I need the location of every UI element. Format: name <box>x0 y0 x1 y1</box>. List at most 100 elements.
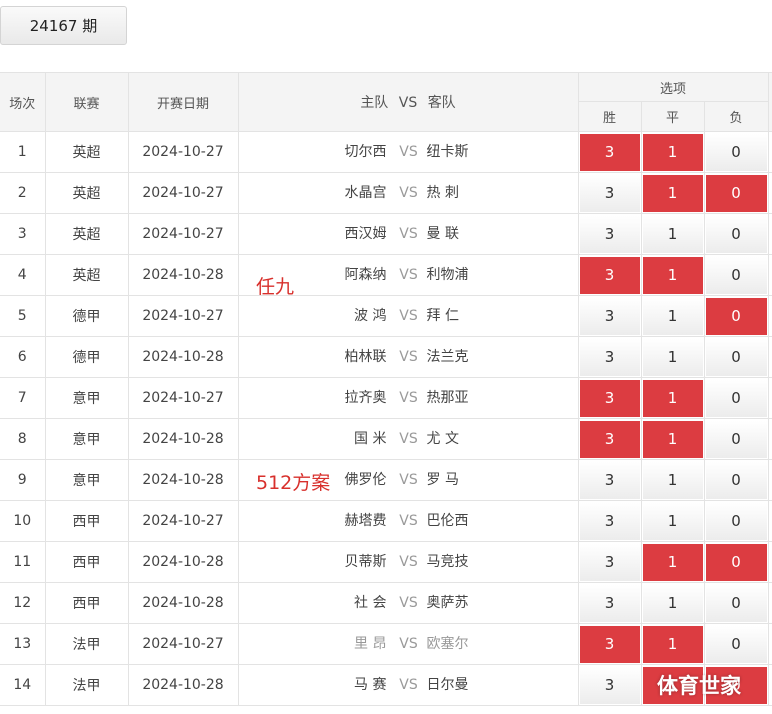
draw-option-cell: 1 <box>641 541 705 583</box>
lose-option-cell: 0 <box>704 500 769 542</box>
row-spacer <box>768 254 772 296</box>
row-spacer <box>768 418 772 460</box>
lose-option[interactable]: 0 <box>705 379 767 417</box>
away-team: 欧塞尔 <box>426 636 469 652</box>
header-lose: 负 <box>704 101 769 132</box>
draw-option[interactable]: 1 <box>642 420 703 458</box>
home-team: 贝蒂斯 <box>344 554 387 570</box>
table-row: 4 英超 2024-10-28 阿森纳 VS 利物浦 3 1 0 <box>0 254 772 296</box>
row-date: 2024-10-28 <box>128 664 239 706</box>
row-index: 1 <box>0 131 46 173</box>
home-team: 国 米 <box>354 431 387 447</box>
win-option-cell: 3 <box>578 541 642 583</box>
row-spacer <box>768 459 772 501</box>
home-team: 水晶宫 <box>344 185 387 201</box>
vs-label: VS <box>399 390 418 406</box>
win-option-cell: 3 <box>578 623 642 665</box>
draw-option[interactable]: 1 <box>642 174 703 212</box>
period-button[interactable]: 24167 期 <box>0 6 127 45</box>
lose-option-cell: 0 <box>704 418 769 460</box>
vs-label: VS <box>399 595 418 611</box>
away-team: 巴伦西 <box>426 513 469 529</box>
row-date: 2024-10-28 <box>128 418 239 460</box>
lose-option-cell: 0 <box>704 131 769 173</box>
win-option[interactable]: 3 <box>579 297 640 335</box>
lose-option[interactable]: 0 <box>705 461 767 499</box>
away-team: 热那亚 <box>426 390 469 406</box>
row-date: 2024-10-28 <box>128 254 239 296</box>
win-option[interactable]: 3 <box>579 256 640 294</box>
row-date: 2024-10-27 <box>128 500 239 542</box>
row-index: 5 <box>0 295 46 337</box>
win-option-cell: 3 <box>578 418 642 460</box>
lose-option[interactable]: 0 <box>705 543 767 581</box>
draw-option[interactable]: 1 <box>642 461 703 499</box>
win-option[interactable]: 3 <box>579 543 640 581</box>
row-league: 英超 <box>45 213 129 255</box>
vs-label: VS <box>399 144 418 160</box>
row-spacer <box>768 131 772 173</box>
win-option[interactable]: 3 <box>579 379 640 417</box>
home-team: 柏林联 <box>344 349 387 365</box>
away-team: 法兰克 <box>426 349 469 365</box>
draw-option[interactable]: 1 <box>642 256 703 294</box>
draw-option-cell: 1 <box>641 295 705 337</box>
win-option[interactable]: 3 <box>579 502 640 540</box>
win-option[interactable]: 3 <box>579 215 640 253</box>
win-option[interactable]: 3 <box>579 133 640 171</box>
lose-option[interactable]: 0 <box>705 215 767 253</box>
win-option[interactable]: 3 <box>579 338 640 376</box>
draw-option[interactable]: 1 <box>642 502 703 540</box>
vs-label: VS <box>399 677 418 693</box>
win-option[interactable]: 3 <box>579 420 640 458</box>
draw-option[interactable]: 1 <box>642 584 703 622</box>
win-option[interactable]: 3 <box>579 666 640 704</box>
header-league: 联赛 <box>45 72 129 132</box>
draw-option[interactable]: 1 <box>642 379 703 417</box>
draw-option[interactable]: 1 <box>642 625 703 663</box>
row-teams: 切尔西 VS 纽卡斯 <box>238 131 579 173</box>
lose-option[interactable]: 0 <box>705 502 767 540</box>
lose-option[interactable]: 0 <box>705 420 767 458</box>
lose-option-cell: 0 <box>704 541 769 583</box>
win-option[interactable]: 3 <box>579 584 640 622</box>
win-option[interactable]: 3 <box>579 461 640 499</box>
draw-option-cell: 1 <box>641 582 705 624</box>
row-teams: 西汉姆 VS 曼 联 <box>238 213 579 255</box>
away-team: 曼 联 <box>426 226 459 242</box>
win-option-cell: 3 <box>578 582 642 624</box>
away-team: 尤 文 <box>426 431 459 447</box>
home-team: 西汉姆 <box>344 226 387 242</box>
draw-option[interactable]: 1 <box>642 338 703 376</box>
win-option-cell: 3 <box>578 131 642 173</box>
row-league: 西甲 <box>45 582 129 624</box>
lose-option[interactable]: 0 <box>705 174 767 212</box>
win-option-cell: 3 <box>578 336 642 378</box>
row-index: 3 <box>0 213 46 255</box>
lose-option[interactable]: 0 <box>705 297 767 335</box>
lose-option[interactable]: 0 <box>705 584 767 622</box>
vs-label: VS <box>399 431 418 447</box>
win-option[interactable]: 3 <box>579 625 640 663</box>
row-league: 意甲 <box>45 418 129 460</box>
table-row: 7 意甲 2024-10-27 拉齐奥 VS 热那亚 3 1 0 <box>0 377 772 419</box>
win-option[interactable]: 3 <box>579 174 640 212</box>
row-league: 德甲 <box>45 336 129 378</box>
lose-option[interactable]: 0 <box>705 256 767 294</box>
draw-option[interactable]: 1 <box>642 543 703 581</box>
row-teams: 柏林联 VS 法兰克 <box>238 336 579 378</box>
table-row: 8 意甲 2024-10-28 国 米 VS 尤 文 310 <box>0 418 772 460</box>
lose-option[interactable]: 0 <box>705 338 767 376</box>
away-team: 纽卡斯 <box>426 144 469 160</box>
draw-option[interactable]: 1 <box>642 215 703 253</box>
row-league: 英超 <box>45 254 129 296</box>
draw-option[interactable]: 1 <box>642 297 703 335</box>
away-team: 马竞技 <box>426 554 469 570</box>
lose-option[interactable]: 0 <box>705 625 767 663</box>
lose-option[interactable]: 0 <box>705 133 767 171</box>
table-row: 11 西甲 2024-10-28 贝蒂斯 VS 马竞技 3 1 0 <box>0 541 772 583</box>
draw-option[interactable]: 1 <box>642 133 703 171</box>
lose-option-cell: 0 <box>704 582 769 624</box>
row-date: 2024-10-27 <box>128 623 239 665</box>
row-index: 7 <box>0 377 46 419</box>
